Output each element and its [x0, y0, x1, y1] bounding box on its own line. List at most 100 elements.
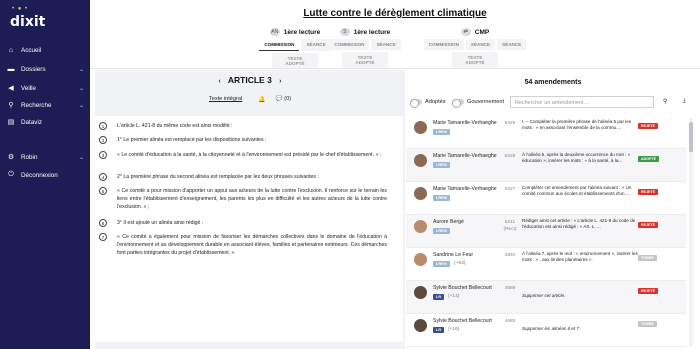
paragraph-text: « Ce comité a pour mission d'apporter un…	[117, 188, 387, 210]
megaphone-icon: ◀	[8, 85, 14, 92]
amendment-number: 4840	[502, 252, 518, 259]
comment-count: (0)	[284, 96, 292, 102]
tab-sance[interactable]: SÉANCE	[497, 39, 527, 50]
cosigners-count: (+53)	[454, 261, 466, 266]
paragraph-number[interactable]: 1	[99, 122, 107, 130]
stage-1: AN 1ère lecture COMMISSION SÉANCE TEXTE ADOP…	[255, 27, 335, 69]
scrollbar-thumb[interactable]	[689, 122, 693, 152]
amendment-summary: I. – Compléter la première phrase de l'a…	[522, 119, 632, 131]
gear-icon: ⚙	[7, 154, 15, 161]
amendment-row[interactable]: Sandrine Le Feur LREM (+53) 4840 À l'alinéa …	[406, 248, 686, 281]
stage-name: 1ère lecture	[283, 28, 321, 36]
amendments-scrollbar[interactable]	[689, 118, 693, 346]
sidebar-item-d-connexion[interactable]: ⏻ Déconnexion	[0, 168, 90, 182]
sidebar-item-recherche[interactable]: ⚲ Recherche ⌄	[0, 98, 90, 112]
texte-adopte-button[interactable]: TEXTE ADOPTÉ	[272, 53, 318, 69]
article-text-card: 1 L'article L. 421-8 du même code est ain…	[95, 116, 403, 342]
status-badge: REJETÉ	[638, 189, 658, 195]
paragraph-text: 3° Il est ajouté un alinéa ainsi rédigé …	[117, 220, 204, 226]
paragraph-number[interactable]: 5	[99, 187, 107, 195]
amendment-row[interactable]: Sylvie Bouchet Bellecourt LR (+14) 4689 Supp…	[406, 281, 686, 314]
download-icon[interactable]: ⤓	[683, 98, 686, 105]
status-badge: REJETÉ	[638, 222, 658, 228]
article-panel: ‹ ARTICLE 3 › Texte intégral 🔔 💬 (0) 1 L'…	[95, 70, 405, 349]
amendment-num: 5329	[504, 121, 516, 126]
tab-commission[interactable]: COMMISSION	[329, 39, 370, 50]
gouvernement-toggle[interactable]	[452, 98, 464, 108]
prev-article-button[interactable]: ‹	[218, 78, 220, 85]
amendment-num: 5327	[504, 187, 516, 192]
author-name[interactable]: Sylvie Bouchet Bellecourt	[433, 285, 492, 291]
paragraph-number[interactable]: 2	[99, 136, 107, 144]
dixit-logo[interactable]: • ● • dixit	[10, 6, 45, 30]
amendment-summary: À l'alinéa 7, après le mot : « environne…	[522, 251, 638, 263]
author-name[interactable]: Sylvie Bouchet Bellecourt	[433, 318, 492, 324]
amendment-row[interactable]: Marie Tamarelle-Verhaeghe LREM 5328 À l'ali…	[406, 149, 686, 182]
sidebar-item-label: Veille	[21, 84, 37, 92]
amendment-row[interactable]: Sylvie Bouchet Bellecourt LR (+16) 4685 Supp…	[406, 314, 686, 347]
texte-adopte-button[interactable]: TEXTE ADOPTÉ	[342, 52, 388, 68]
tab-commission[interactable]: COMMISSION	[423, 39, 464, 50]
author-name[interactable]: Sandrine Le Feur	[433, 252, 473, 258]
sidebar-item-robin[interactable]: ⚙ Robin ⌄	[0, 150, 90, 164]
chevron-down-icon[interactable]: ⌄	[79, 154, 84, 161]
texte-integral-link[interactable]: Texte intégral	[209, 96, 242, 102]
amendment-summary: Compléter cet amendement par l'alinéa su…	[522, 185, 632, 197]
next-article-button[interactable]: ›	[279, 78, 281, 85]
cosigners-count: (+14)	[448, 294, 460, 299]
adoptes-toggle[interactable]	[410, 98, 422, 108]
sidebar-item-dataviz[interactable]: ▤ Dataviz	[0, 115, 90, 129]
chevron-down-icon[interactable]: ⌄	[79, 85, 84, 92]
stage-tabs: COMMISSION SÉANCE SÉANCE	[420, 39, 530, 50]
sidebar-item-accueil[interactable]: ⌂ Accueil	[0, 43, 90, 57]
article-title: ARTICLE 3	[227, 75, 272, 85]
amendment-number: 5211 (Rect)	[502, 219, 518, 233]
adoptes-label: Adoptés	[425, 99, 446, 105]
stage-name: 1ère lecture	[353, 28, 391, 36]
author-name[interactable]: Marie Tamarelle-Verhaeghe	[433, 153, 497, 159]
stage-tabs: COMMISSION SÉANCE	[255, 39, 335, 51]
gouvernement-label: Gouvernement	[467, 99, 505, 105]
avatar	[414, 253, 427, 266]
status-badge: TOMBÉ	[638, 321, 657, 327]
amendment-summary: Supprimer cet article.	[522, 293, 566, 298]
paragraph-number[interactable]: 4	[99, 173, 107, 181]
paragraph-number[interactable]: 7	[99, 233, 107, 241]
folder-icon: ▬	[7, 65, 15, 73]
tab-commission[interactable]: COMMISSION	[259, 39, 300, 51]
amendment-summary: À l'alinéa 5, après la deuxième occurren…	[522, 152, 631, 164]
author-name[interactable]: Marie Tamarelle-Verhaeghe	[433, 120, 497, 126]
amendment-number: 5327	[502, 186, 518, 193]
stage-header[interactable]: AN 1ère lecture	[255, 27, 335, 37]
search-icon[interactable]: ⚲	[663, 98, 667, 105]
amendment-row[interactable]: Marie Tamarelle-Verhaeghe LREM 5329 I. – Co…	[406, 116, 686, 149]
author-name[interactable]: Aurore Bergé	[433, 219, 464, 225]
tab-sance[interactable]: SÉANCE	[465, 39, 496, 50]
stage-header[interactable]: S 1ère lecture	[325, 27, 405, 37]
article-toolbar: Texte intégral 🔔 💬 (0)	[95, 94, 405, 104]
stage-name: CMP	[474, 28, 490, 36]
paragraph-number[interactable]: 3	[99, 151, 107, 159]
amendment-number: 4685	[502, 318, 518, 325]
sidebar-item-veille[interactable]: ◀ Veille ⌄	[0, 81, 90, 95]
author-name[interactable]: Marie Tamarelle-Verhaeghe	[433, 186, 497, 192]
amendment-search-input[interactable]: Rechercher un amendement ...	[510, 96, 654, 108]
stage-header[interactable]: ⇄ CMP	[420, 27, 530, 37]
chevron-down-icon[interactable]: ⌄	[79, 102, 84, 109]
avatar	[414, 286, 427, 299]
amendments-list: Marie Tamarelle-Verhaeghe LREM 5329 I. – Co…	[406, 116, 686, 349]
amendment-row[interactable]: Aurore Bergé LREM 5211 (Rect) Rédiger ainsi …	[406, 215, 686, 248]
amendments-panel: 54 amendements Adoptés Gouvernement Rech…	[406, 70, 700, 349]
logo-wordmark: dixit	[10, 14, 46, 30]
avatar	[414, 220, 427, 233]
chevron-down-icon[interactable]: ⌄	[79, 66, 84, 73]
amendment-row[interactable]: Marie Tamarelle-Verhaeghe LREM 5327 Complét…	[406, 182, 686, 215]
group-badge: LREM	[433, 261, 450, 267]
sidebar-item-dossiers[interactable]: ▬ Dossiers ⌄	[0, 62, 90, 76]
tab-sance[interactable]: SÉANCE	[371, 39, 401, 50]
paragraph-number[interactable]: 6	[99, 219, 107, 227]
bell-icon[interactable]: 🔔	[258, 96, 265, 103]
chamber-icon: AN	[269, 28, 280, 36]
texte-adopte-button[interactable]: TEXTE ADOPTÉ	[452, 52, 498, 68]
comments-button[interactable]: 💬 (0)	[276, 96, 291, 102]
